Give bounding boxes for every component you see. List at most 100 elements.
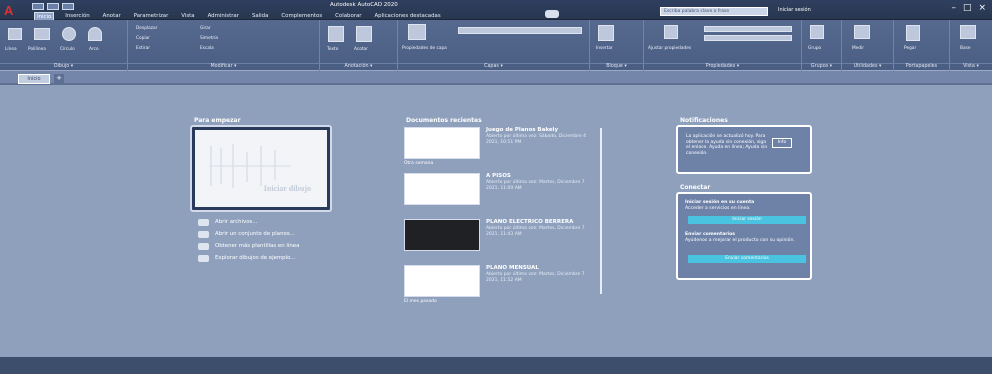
drawing-thumbnail — [404, 173, 480, 205]
panel-bloque: Insertar Bloque ▾ — [590, 20, 644, 71]
arc-icon[interactable] — [88, 27, 102, 41]
recent-item-meta: Abierto por última vez: Martes, Diciembr… — [486, 272, 585, 283]
insert-block-icon[interactable] — [598, 25, 614, 41]
recent-item[interactable]: A PISOS Abierto por última vez: Martes, … — [404, 171, 596, 215]
base-label: Base — [960, 46, 971, 51]
new-tab-button[interactable]: + — [54, 74, 64, 83]
copy-label[interactable]: Copiar — [136, 36, 150, 41]
panel-modificar: Desplazar Copiar Estirar Girar Simetría … — [128, 20, 320, 71]
layer-properties-label: Propiedades de capa — [402, 46, 447, 51]
measure-icon[interactable] — [854, 25, 870, 39]
panel-title-vista[interactable]: Vista ▾ — [950, 63, 992, 70]
recent-title: Documentos recientes — [406, 117, 482, 124]
open-files-link[interactable]: Abrir archivos... — [198, 216, 299, 228]
panel-title-propiedades[interactable]: Propiedades ▾ — [644, 63, 801, 70]
layer-dropdown[interactable] — [458, 27, 582, 34]
match-properties-icon[interactable] — [664, 25, 678, 39]
recent-item-meta: Abierto por última vez: Martes, Diciembr… — [486, 180, 585, 191]
stretch-label[interactable]: Estirar — [136, 46, 150, 51]
panel-vista: Base Vista ▾ — [950, 20, 992, 71]
samples-link[interactable]: Explorar dibujos de ejemplo... — [198, 252, 299, 264]
recent-item-name[interactable]: PLANO ELECTRICO BERRERA — [486, 219, 573, 225]
mirror-label[interactable]: Simetría — [200, 36, 218, 41]
signin-button[interactable]: Iniciar sesión — [688, 216, 806, 224]
measure-label: Medir — [852, 46, 865, 51]
title-bar: A Inicio Inserción Anotar Parametrizar V… — [0, 0, 992, 22]
panel-title-dibujo[interactable]: Dibujo ▾ — [0, 63, 127, 70]
cloud-icon — [198, 242, 209, 250]
start-drawing-card[interactable]: Iniciar dibujo — [190, 125, 332, 212]
file-tabs-bar: Inicio + — [0, 71, 992, 85]
sheet-set-icon — [198, 230, 209, 238]
drawing-thumbnail — [404, 127, 480, 159]
minimize-icon[interactable]: – — [951, 3, 956, 13]
panel-title-anotacion[interactable]: Anotación ▾ — [320, 63, 397, 70]
recent-item[interactable]: PLANO ELECTRICO BERRERA Abierto por últi… — [404, 217, 596, 261]
notification-info-button[interactable]: Info — [772, 138, 792, 148]
layer-properties-icon[interactable] — [408, 24, 426, 40]
new-file-icon[interactable] — [32, 3, 44, 10]
notifications-title: Notificaciones — [680, 117, 728, 124]
recent-item-meta: Abierto por última vez: Martes, Diciembr… — [486, 226, 585, 237]
insert-label: Insertar — [596, 46, 613, 51]
base-view-icon[interactable] — [960, 25, 976, 39]
group-label: Grupo — [808, 46, 822, 51]
sign-in-button[interactable]: Iniciar sesión — [778, 7, 811, 13]
paste-icon[interactable] — [906, 25, 920, 41]
recent-item-name[interactable]: PLANO MENSUAL — [486, 265, 539, 271]
panel-title-capas[interactable]: Capas ▾ — [398, 63, 589, 70]
group-icon[interactable] — [810, 25, 824, 39]
recent-item-name[interactable]: A PISOS — [486, 173, 511, 179]
polyline-icon[interactable] — [34, 28, 50, 40]
rotate-label[interactable]: Girar — [200, 26, 211, 31]
match-properties-label: Ajustar propiedades — [648, 46, 692, 51]
quick-access-toolbar — [32, 3, 74, 10]
panel-title-bloque[interactable]: Bloque ▾ — [590, 63, 643, 70]
app-logo[interactable]: A — [4, 4, 30, 18]
dimension-icon[interactable] — [356, 26, 372, 42]
color-dropdown[interactable] — [704, 26, 792, 32]
start-preview: Iniciar dibujo — [195, 130, 327, 207]
paste-label: Pegar — [904, 46, 917, 51]
feedback-button[interactable]: Enviar comentarios — [688, 255, 806, 263]
panel-title-utilidades[interactable]: Utilidades ▾ — [842, 63, 893, 70]
circle-label: Círculo — [60, 47, 75, 52]
save-icon[interactable] — [62, 3, 74, 10]
panel-title-modificar[interactable]: Modificar ▾ — [128, 63, 319, 70]
ribbon-toggle-icon[interactable] — [545, 10, 559, 18]
open-file-icon[interactable] — [47, 3, 59, 10]
circle-icon[interactable] — [62, 27, 76, 41]
connect-card: Iniciar sesión en su cuenta Acceder a se… — [676, 192, 812, 280]
maximize-icon[interactable]: □ — [963, 3, 972, 13]
start-links: Abrir archivos... Abrir un conjunto de p… — [198, 216, 299, 264]
recent-item[interactable]: PLANO MENSUAL Abierto por última vez: Ma… — [404, 263, 596, 307]
templates-link[interactable]: Obtener más plantillas en línea — [198, 240, 299, 252]
line-label: Línea — [5, 47, 17, 52]
panel-grupos: Grupo Grupos ▾ — [802, 20, 842, 71]
window-title: Autodesk AutoCAD 2020 — [330, 2, 398, 8]
recent-item-meta: Abierto por última vez: Sábado, Diciembr… — [486, 134, 587, 145]
tab-start[interactable]: Inicio — [18, 74, 50, 84]
status-bar — [0, 357, 992, 374]
linetype-dropdown[interactable] — [704, 35, 792, 41]
recent-item-name[interactable]: Juego de Planos Bakely — [486, 127, 558, 133]
sample-drawing-icon — [198, 254, 209, 262]
scale-label[interactable]: Escala — [200, 46, 214, 51]
move-label[interactable]: Desplazar — [136, 26, 157, 31]
panel-dibujo: Línea Polilínea Círculo Arco Dibujo ▾ — [0, 20, 128, 71]
panel-portapapeles: Pegar Portapapeles — [894, 20, 950, 71]
connect-title: Conectar — [680, 184, 711, 191]
panel-anotacion: Texto Acotar Anotación ▾ — [320, 20, 398, 71]
panel-title-grupos[interactable]: Grupos ▾ — [802, 63, 841, 70]
recent-scrollbar[interactable] — [600, 128, 602, 294]
feedback-text: Ayúdenos a mejorar el producto con su op… — [685, 238, 795, 243]
search-input[interactable]: Escriba palabra clave o frase — [660, 7, 768, 16]
open-sheet-set-link[interactable]: Abrir un conjunto de planos... — [198, 228, 299, 240]
ribbon: Línea Polilínea Círculo Arco Dibujo ▾ De… — [0, 20, 992, 71]
recent-item[interactable]: Juego de Planos Bakely Abierto por últim… — [404, 125, 596, 169]
text-icon[interactable] — [328, 26, 344, 42]
drawing-thumbnail — [404, 265, 480, 297]
close-icon[interactable]: × — [978, 3, 986, 13]
line-icon[interactable] — [8, 28, 22, 40]
panel-title-portapapeles[interactable]: Portapapeles — [894, 63, 949, 70]
